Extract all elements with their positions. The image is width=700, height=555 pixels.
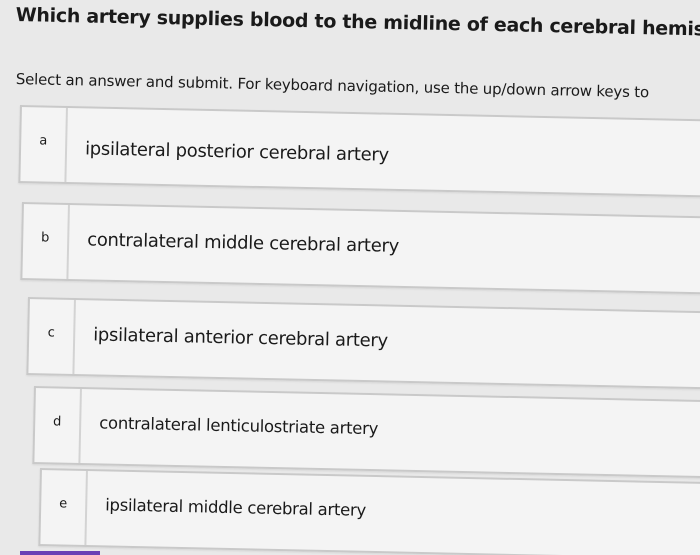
option-label: ipsilateral middle cerebral artery: [105, 495, 367, 520]
option-label: ipsilateral posterior cerebral artery: [84, 138, 390, 166]
option-letter-cell: a: [20, 107, 68, 182]
answer-options: a ipsilateral posterior cerebral artery …: [0, 0, 700, 555]
option-letter: a: [39, 133, 48, 149]
answer-option-e[interactable]: e ipsilateral middle cerebral artery: [38, 468, 700, 555]
option-label: contralateral lenticulostriate artery: [99, 413, 379, 439]
answer-option-d[interactable]: d contralateral lenticulostriate artery: [32, 386, 700, 479]
option-letter-cell: d: [34, 388, 82, 463]
option-letter: d: [52, 414, 62, 430]
option-letter-cell: b: [22, 204, 70, 279]
option-letter: c: [47, 325, 55, 341]
option-letter: e: [59, 496, 68, 512]
option-label: ipsilateral anterior cerebral artery: [93, 324, 389, 352]
option-letter: b: [40, 230, 50, 246]
submit-button-edge[interactable]: [20, 551, 100, 555]
answer-option-c[interactable]: c ipsilateral anterior cerebral artery: [26, 297, 700, 390]
answer-option-a[interactable]: a ipsilateral posterior cerebral artery: [18, 105, 700, 198]
option-letter-cell: e: [40, 470, 88, 545]
answer-option-b[interactable]: b contralateral middle cerebral artery: [20, 202, 700, 295]
option-letter-cell: c: [28, 299, 76, 374]
option-label: contralateral middle cerebral artery: [87, 229, 400, 257]
